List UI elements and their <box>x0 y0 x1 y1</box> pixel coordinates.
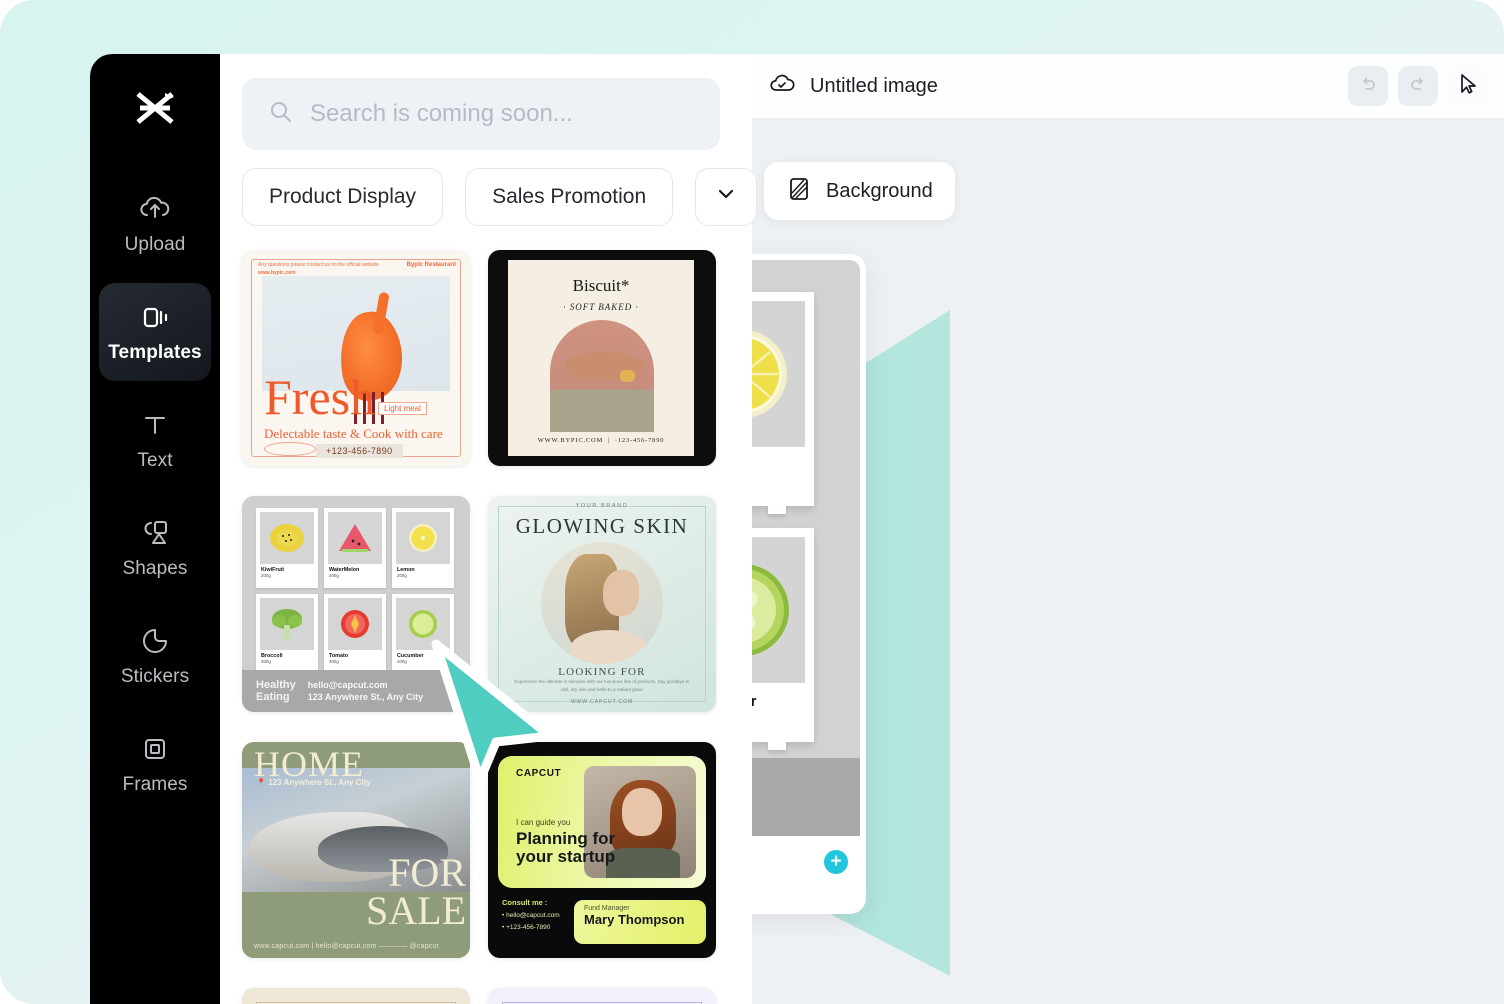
capcut-logo-icon <box>132 88 178 133</box>
sidebar-item-templates[interactable]: Templates <box>99 283 211 381</box>
person-name: Mary Thompson <box>584 912 685 927</box>
top-toolbar: Untitled image <box>752 54 1504 118</box>
top-toolbar-actions <box>1348 66 1488 106</box>
chip-label: Sales Promotion <box>492 185 647 208</box>
plus-icon: + <box>830 850 842 872</box>
sidebar-item-label: Shapes <box>122 558 188 579</box>
select-tool-button[interactable] <box>1448 66 1488 106</box>
mini-card: WaterMelon 200g <box>324 508 386 588</box>
mini-weight: 300g <box>329 659 339 664</box>
templates-grid: Any questions please contact us on the o… <box>242 250 730 1004</box>
select-cursor-icon <box>1458 73 1478 100</box>
mini-weight: 200g <box>329 573 339 578</box>
consult-contacts: • hello@capcut.com • +123-456-7890 <box>502 912 560 932</box>
template-footer: www.capcut.com | hello@capcut.com ———— @… <box>254 943 439 950</box>
search-input[interactable]: Search is coming soon... <box>242 78 720 150</box>
template-tagline: Delectable taste & Cook with care <box>264 426 443 441</box>
mouse-cursor <box>431 639 555 780</box>
search-icon <box>268 99 294 130</box>
sidebar-item-shapes[interactable]: Shapes <box>99 499 211 597</box>
template-headline: FOR SALE <box>366 850 466 933</box>
mini-footer-title: Healthy Eating <box>256 678 296 703</box>
sidebar-item-stickers[interactable]: Stickers <box>99 607 211 705</box>
template-footer: WWW.BYPIC.COM | ·123-456-7890 <box>537 437 665 444</box>
template-title: GLOWING SKIN <box>515 514 689 538</box>
mini-footer-contact: hello@capcut.com 123 Anywhere St., Any C… <box>307 679 424 702</box>
sidebar-item-label: Frames <box>122 774 188 795</box>
sidebar-item-label: Upload <box>124 234 186 255</box>
template-eyebrow: YOUR BRAND <box>575 503 629 509</box>
mini-weight: 200g <box>397 573 407 578</box>
templates-panel: Search is coming soon... Product Display… <box>220 54 758 1004</box>
chip-product-display[interactable]: Product Display <box>242 168 444 226</box>
template-badge: Light meal <box>378 402 427 415</box>
kiwifruit-photo <box>260 512 314 564</box>
undo-icon <box>1358 74 1378 99</box>
sidebar-item-label: Text <box>137 450 173 471</box>
file-name[interactable]: Untitled image <box>810 75 938 98</box>
template-card[interactable]: Any questions please contact us on the o… <box>242 250 470 466</box>
cloud-upload-icon <box>138 192 172 226</box>
sidebar-item-label: Templates <box>108 342 202 363</box>
chip-expand-button[interactable] <box>695 168 758 226</box>
lemon-photo <box>396 512 450 564</box>
template-card[interactable] <box>242 988 470 1004</box>
template-address: 📍 123 Anywhere St., Any City <box>256 778 371 787</box>
broccoli-photo <box>260 598 314 650</box>
template-header-text: Any questions please contact us on the o… <box>258 262 379 276</box>
sidebar-item-text[interactable]: Text <box>99 391 211 489</box>
background-button[interactable]: Background <box>764 162 955 220</box>
poster-body: Biscuit* · SOFT BAKED · WWW.BYPIC.COM | … <box>508 260 694 456</box>
filter-chips: Product Display Sales Promotion <box>242 168 758 226</box>
app-window: Upload Templates Text Shapes Stickers Fr… <box>90 54 1504 1004</box>
template-title: Planning for your startup <box>516 829 616 867</box>
search-placeholder: Search is coming soon... <box>310 100 573 127</box>
mini-card: KiwiFruit 200g <box>256 508 318 588</box>
background-swatch-icon <box>786 176 812 207</box>
chevron-down-icon <box>715 183 737 211</box>
mini-weight: 200g <box>261 573 271 578</box>
mini-weight: 300g <box>261 659 271 664</box>
sidebar-item-frames[interactable]: Frames <box>99 715 211 813</box>
template-title: Biscuit* <box>572 276 630 295</box>
templates-icon <box>138 300 172 334</box>
mini-card: Lemon 200g <box>392 508 454 588</box>
shapes-icon <box>138 516 172 550</box>
template-card[interactable]: Biscuit* · SOFT BAKED · WWW.BYPIC.COM | … <box>488 250 716 466</box>
watermelon-photo <box>328 512 382 564</box>
mini-card: Broccoli 300g <box>256 594 318 674</box>
template-subtitle: · SOFT BAKED · <box>563 302 639 312</box>
text-t-icon <box>138 408 172 442</box>
location-pin-icon: 📍 <box>256 778 266 787</box>
tomato-photo <box>328 598 382 650</box>
redo-icon <box>1408 74 1428 99</box>
mini-card: Tomato 300g <box>324 594 386 674</box>
sidebar-item-label: Stickers <box>120 666 190 687</box>
biscuit-photo <box>620 370 635 382</box>
template-card[interactable] <box>488 988 716 1004</box>
template-title: Fresh <box>264 369 376 425</box>
template-phone: +123-456-7890 <box>316 444 403 458</box>
person-badge: Fund Manager Mary Thompson <box>574 900 706 944</box>
frame-icon <box>138 732 172 766</box>
chip-sales-promotion[interactable]: Sales Promotion <box>465 168 674 226</box>
consult-label: Consult me : <box>502 898 548 907</box>
background-label: Background <box>826 179 933 202</box>
add-template-button[interactable]: + <box>824 850 848 874</box>
person-role: Fund Manager <box>584 905 630 912</box>
template-title: HOME <box>254 744 364 784</box>
redo-button[interactable] <box>1398 66 1438 106</box>
sticker-icon <box>138 624 172 658</box>
chip-label: Product Display <box>269 185 417 208</box>
decorative-swirl <box>264 442 316 456</box>
left-sidebar: Upload Templates Text Shapes Stickers Fr… <box>90 54 220 1004</box>
undo-button[interactable] <box>1348 66 1388 106</box>
cloud-saved-icon <box>768 70 796 103</box>
template-brand: Bypic Restaurant <box>406 262 456 268</box>
sidebar-item-upload[interactable]: Upload <box>99 175 211 273</box>
template-kicker: I can guide you <box>516 818 571 827</box>
